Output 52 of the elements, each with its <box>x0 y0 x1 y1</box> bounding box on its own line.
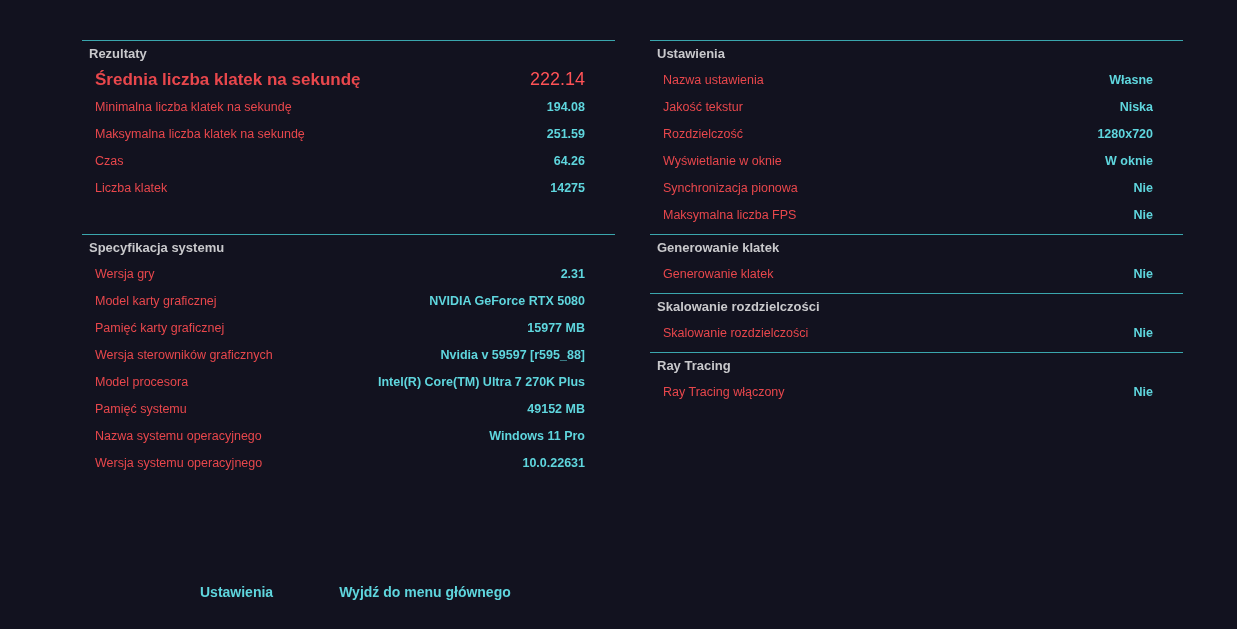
stat-value: Nie <box>1133 207 1153 222</box>
stat-value: Nie <box>1133 180 1153 195</box>
stat-label: Minimalna liczba klatek na sekundę <box>95 99 292 114</box>
stat-value: 1280x720 <box>1097 126 1153 141</box>
stat-label: Maksymalna liczba klatek na sekundę <box>95 126 305 141</box>
stat-label: Maksymalna liczba FPS <box>663 207 797 222</box>
stat-value: Niska <box>1119 99 1153 114</box>
stat-value: Własne <box>1109 72 1153 87</box>
stat-value: 2.31 <box>560 266 585 281</box>
stat-value: 251.59 <box>546 126 585 141</box>
stat-value: Intel(R) Core(TM) Ultra 7 270K Plus <box>378 374 585 389</box>
stat-label: Generowanie klatek <box>663 266 774 281</box>
stat-value: Nie <box>1133 384 1153 399</box>
stat-label: Liczba klatek <box>95 180 168 195</box>
stat-value: Windows 11 Pro <box>489 428 585 443</box>
stat-value: W oknie <box>1105 153 1153 168</box>
stat-label: Wersja systemu operacyjnego <box>95 455 263 470</box>
stat-value: 64.26 <box>553 153 585 168</box>
stat-value: 15977 MB <box>527 320 585 335</box>
section-title: Rezultaty <box>88 45 147 63</box>
stat-label: Rozdzielczość <box>663 126 743 141</box>
stat-label: Nazwa ustawienia <box>663 72 764 87</box>
stat-label: Nazwa systemu operacyjnego <box>95 428 262 443</box>
highlight-value: 222.14 <box>529 69 585 90</box>
highlight-label: Średnia liczba klatek na sekundę <box>95 69 361 90</box>
stat-value: 194.08 <box>546 99 585 114</box>
stat-label: Pamięć karty graficznej <box>95 320 225 335</box>
stat-label: Model karty graficznej <box>95 293 217 308</box>
section-title: Skalowanie rozdzielczości <box>656 298 820 316</box>
menu-button[interactable]: Ustawienia <box>200 582 274 602</box>
stat-value: Nvidia v 59597 [r595_88] <box>440 347 585 362</box>
stat-label: Model procesora <box>95 374 189 389</box>
section-title: Specyfikacja systemu <box>88 239 225 257</box>
stat-value: 10.0.22631 <box>522 455 585 470</box>
stat-value: NVIDIA GeForce RTX 5080 <box>429 293 585 308</box>
stat-label: Skalowanie rozdzielczości <box>663 325 809 340</box>
stat-value: Nie <box>1133 266 1153 281</box>
stat-label: Ray Tracing włączony <box>663 384 785 399</box>
stat-label: Wyświetlanie w oknie <box>663 153 782 168</box>
stat-label: Wersja sterowników graficznych <box>95 347 273 362</box>
stat-label: Synchronizacja pionowa <box>663 180 798 195</box>
section-title: Generowanie klatek <box>656 239 780 257</box>
stat-label: Jakość tekstur <box>663 99 743 114</box>
stat-label: Pamięć systemu <box>95 401 187 416</box>
stat-value: Nie <box>1133 325 1153 340</box>
stat-label: Wersja gry <box>95 266 155 281</box>
menu-button[interactable]: Wyjdź do menu głównego <box>339 582 511 602</box>
stat-value: 49152 MB <box>527 401 585 416</box>
stat-label: Czas <box>95 153 124 168</box>
section-title: Ray Tracing <box>656 357 731 375</box>
section-title: Ustawienia <box>656 45 725 63</box>
stat-value: 14275 <box>550 180 585 195</box>
